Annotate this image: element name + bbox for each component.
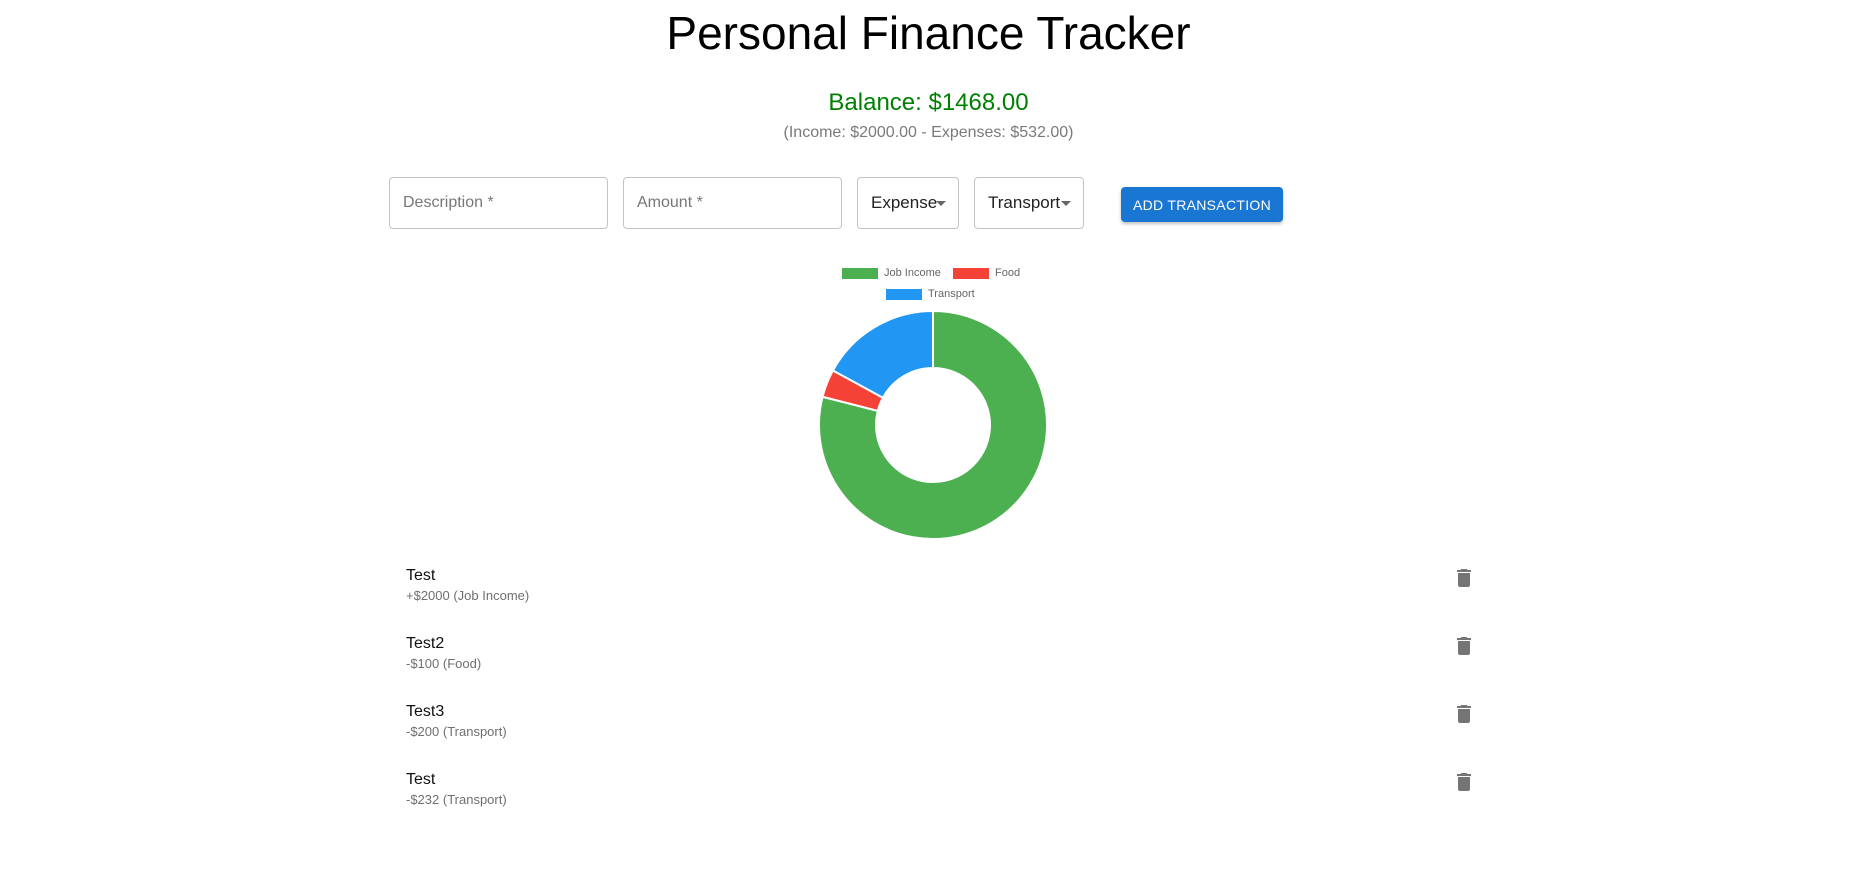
delete-button[interactable] — [1452, 702, 1476, 728]
balance-total: Balance: $1468.00 — [828, 89, 1029, 116]
add-transaction-button[interactable]: ADD TRANSACTION — [1121, 187, 1283, 222]
trash-icon — [1457, 705, 1471, 723]
legend-swatch — [842, 267, 878, 279]
legend-swatch — [886, 288, 922, 300]
legend-label: Job Income — [884, 267, 941, 279]
legend-swatch — [953, 267, 989, 279]
transaction-description: Test — [406, 567, 436, 584]
transaction-row: Test3 -$200 (Transport) — [406, 702, 1476, 752]
transaction-row: Test +$2000 (Job Income) — [406, 566, 1476, 616]
page-title: Personal Finance Tracker — [666, 7, 1191, 59]
delete-button[interactable] — [1452, 566, 1476, 592]
transaction-amount: -$200 (Transport) — [406, 724, 507, 739]
trash-icon — [1457, 569, 1471, 587]
type-select[interactable]: Expense — [857, 177, 959, 229]
description-input[interactable] — [390, 178, 607, 228]
legend-item-job-income[interactable]: Job Income — [842, 267, 941, 279]
amount-input[interactable] — [624, 178, 841, 228]
transaction-row: Test -$232 (Transport) — [406, 770, 1476, 820]
legend-label: Food — [995, 267, 1021, 279]
transaction-description: Test — [406, 771, 436, 788]
delete-button[interactable] — [1452, 634, 1476, 660]
transaction-description: Test3 — [406, 703, 445, 720]
transaction-description: Test2 — [406, 635, 445, 652]
transaction-amount: +$2000 (Job Income) — [406, 588, 530, 603]
amount-field[interactable] — [623, 177, 842, 229]
trash-icon — [1457, 637, 1471, 655]
legend-item-food[interactable]: Food — [953, 267, 1020, 279]
category-donut-chart — [818, 310, 1048, 540]
transaction-amount: -$232 (Transport) — [406, 792, 507, 807]
transaction-amount: -$100 (Food) — [406, 656, 482, 671]
delete-button[interactable] — [1452, 770, 1476, 796]
chevron-down-icon — [1061, 201, 1071, 206]
category-select-value: Transport — [988, 193, 1061, 212]
type-select-value: Expense — [871, 193, 938, 212]
trash-icon — [1457, 773, 1471, 791]
balance-breakdown: (Income: $2000.00 - Expenses: $532.00) — [783, 124, 1074, 141]
category-select[interactable]: Transport — [974, 177, 1084, 229]
description-field[interactable] — [389, 177, 608, 229]
legend-item-transport[interactable]: Transport — [886, 288, 975, 300]
transaction-row: Test2 -$100 (Food) — [406, 634, 1476, 684]
legend-label: Transport — [928, 288, 975, 300]
chevron-down-icon — [936, 201, 946, 206]
